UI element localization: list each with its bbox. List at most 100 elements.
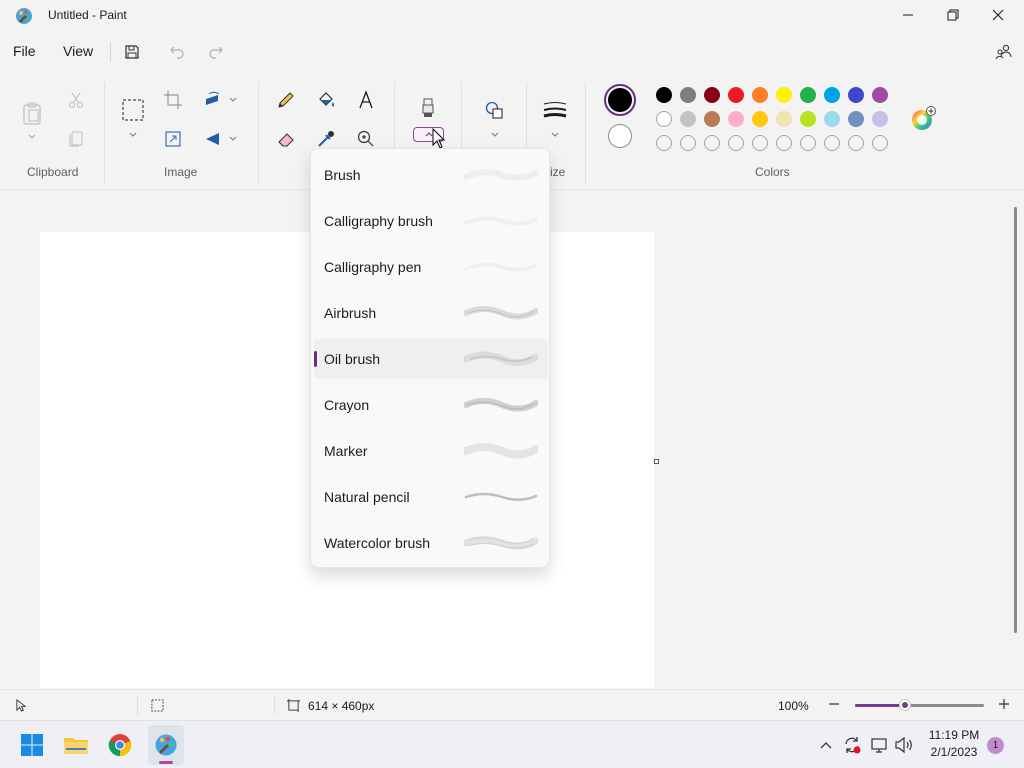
- paste-dropdown-chevron-icon[interactable]: [27, 132, 37, 142]
- view-menu[interactable]: View: [63, 43, 93, 59]
- size-dropdown-chevron-icon[interactable]: [550, 130, 560, 140]
- brush-option-label: Marker: [324, 443, 368, 459]
- custom-color-slot[interactable]: [800, 135, 816, 151]
- color-swatch[interactable]: [680, 111, 696, 127]
- select-dropdown-chevron-icon[interactable]: [128, 130, 138, 140]
- color-swatch[interactable]: [680, 87, 696, 103]
- paint-taskbar-button[interactable]: [148, 725, 184, 765]
- color-swatch[interactable]: [824, 87, 840, 103]
- volume-button[interactable]: [894, 736, 914, 754]
- zoom-in-button[interactable]: [996, 696, 1012, 712]
- brush-stroke-preview-icon: [462, 531, 540, 555]
- flip-dropdown-chevron-icon[interactable]: [228, 134, 238, 144]
- custom-color-slot[interactable]: [848, 135, 864, 151]
- secondary-color[interactable]: [608, 124, 632, 148]
- primary-color[interactable]: [604, 84, 636, 116]
- close-button[interactable]: [975, 0, 1021, 30]
- redo-button[interactable]: [204, 40, 228, 64]
- zoom-slider-thumb[interactable]: [899, 699, 912, 711]
- canvas-resize-handle[interactable]: [654, 459, 659, 464]
- minimize-button[interactable]: [885, 0, 931, 30]
- brush-option[interactable]: Crayon: [314, 385, 548, 425]
- color-swatch[interactable]: [656, 87, 672, 103]
- cut-button[interactable]: [62, 86, 90, 114]
- custom-color-slot[interactable]: [824, 135, 840, 151]
- paint-app-icon: [16, 8, 32, 24]
- flip-button[interactable]: [199, 125, 227, 153]
- size-button[interactable]: [541, 96, 569, 124]
- fill-tool[interactable]: [312, 86, 340, 114]
- brushes-button[interactable]: [414, 95, 442, 123]
- notification-badge[interactable]: 1: [987, 737, 1004, 754]
- start-button[interactable]: [16, 729, 48, 761]
- text-tool[interactable]: [352, 86, 380, 114]
- brush-option[interactable]: Airbrush: [314, 293, 548, 333]
- brush-option[interactable]: Oil brush: [314, 339, 548, 379]
- color-swatch[interactable]: [704, 87, 720, 103]
- zoom-percentage[interactable]: 100%: [778, 699, 809, 713]
- color-swatch[interactable]: [848, 87, 864, 103]
- crop-icon: [164, 91, 182, 109]
- eraser-tool[interactable]: [272, 125, 300, 153]
- minus-icon: [829, 703, 839, 705]
- custom-color-slot[interactable]: [752, 135, 768, 151]
- color-swatch[interactable]: [728, 111, 744, 127]
- custom-color-slot[interactable]: [704, 135, 720, 151]
- color-swatch[interactable]: [704, 111, 720, 127]
- color-swatch[interactable]: [656, 111, 672, 127]
- pencil-tool[interactable]: [272, 86, 300, 114]
- minimize-icon: [903, 14, 913, 16]
- custom-color-slot[interactable]: [872, 135, 888, 151]
- resize-button[interactable]: [159, 125, 187, 153]
- color-swatch[interactable]: [800, 87, 816, 103]
- show-hidden-icons-button[interactable]: [818, 737, 834, 753]
- brush-option[interactable]: Calligraphy brush: [314, 201, 548, 241]
- rotate-button[interactable]: [199, 86, 227, 114]
- brush-dropdown-menu: Brush Calligraphy brush Calligraphy pen Air…: [310, 148, 550, 568]
- restore-button[interactable]: [930, 0, 976, 30]
- select-button[interactable]: [119, 96, 147, 124]
- crop-button[interactable]: [159, 86, 187, 114]
- save-button[interactable]: [120, 40, 144, 64]
- vertical-scrollbar[interactable]: [1014, 207, 1017, 633]
- chrome-button[interactable]: [104, 729, 136, 761]
- color-swatch[interactable]: [752, 87, 768, 103]
- brush-option[interactable]: Watercolor brush: [314, 523, 548, 563]
- brush-option[interactable]: Marker: [314, 431, 548, 471]
- shapes-button[interactable]: [480, 96, 508, 124]
- file-menu[interactable]: File: [13, 43, 36, 59]
- clock-button[interactable]: 11:19 PM 2/1/2023: [925, 728, 983, 762]
- account-button[interactable]: [992, 40, 1016, 64]
- custom-color-slot[interactable]: [728, 135, 744, 151]
- shapes-dropdown-chevron-icon[interactable]: [490, 130, 500, 140]
- custom-color-slot[interactable]: [656, 135, 672, 151]
- edit-colors-button[interactable]: [910, 106, 936, 132]
- color-swatch[interactable]: [752, 111, 768, 127]
- file-explorer-button[interactable]: [60, 729, 92, 761]
- sync-status-button[interactable]: [842, 735, 862, 755]
- rotate-dropdown-chevron-icon[interactable]: [228, 95, 238, 105]
- color-swatch[interactable]: [824, 111, 840, 127]
- canvas-size-text: 614 × 460px: [308, 699, 375, 713]
- brush-option[interactable]: Brush: [314, 155, 548, 195]
- paste-button[interactable]: [18, 96, 46, 130]
- menu-bar: File View: [0, 34, 1024, 70]
- brush-option-label: Calligraphy pen: [324, 259, 422, 275]
- brush-option[interactable]: Natural pencil: [314, 477, 548, 517]
- color-swatch[interactable]: [800, 111, 816, 127]
- zoom-out-button[interactable]: [826, 696, 842, 712]
- brush-option[interactable]: Calligraphy pen: [314, 247, 548, 287]
- color-swatch[interactable]: [728, 87, 744, 103]
- custom-color-slot[interactable]: [680, 135, 696, 151]
- zoom-slider[interactable]: [855, 699, 984, 711]
- color-swatch[interactable]: [848, 111, 864, 127]
- selected-indicator: [314, 351, 317, 367]
- color-swatch[interactable]: [872, 87, 888, 103]
- color-swatch[interactable]: [776, 87, 792, 103]
- network-button[interactable]: [870, 736, 888, 754]
- custom-color-slot[interactable]: [776, 135, 792, 151]
- color-swatch[interactable]: [872, 111, 888, 127]
- color-swatch[interactable]: [776, 111, 792, 127]
- copy-button[interactable]: [62, 125, 90, 153]
- undo-button[interactable]: [165, 40, 189, 64]
